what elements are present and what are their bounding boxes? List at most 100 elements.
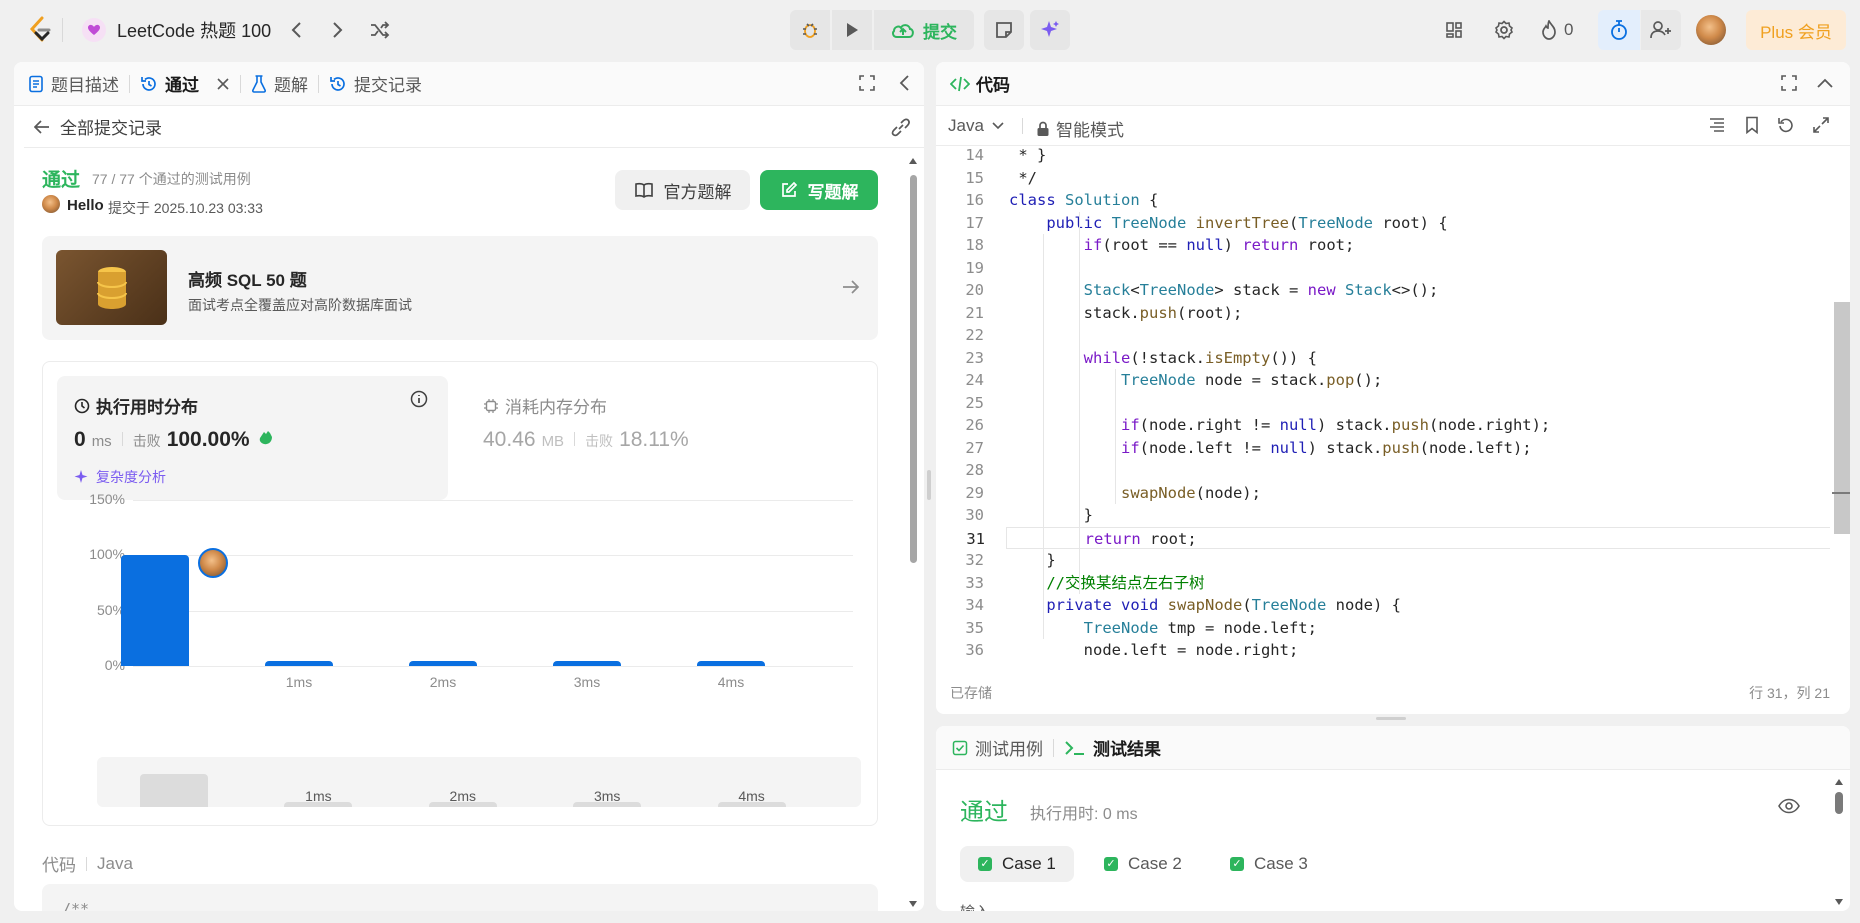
- flame-icon[interactable]: [1538, 18, 1560, 42]
- line-number: 24: [965, 371, 984, 389]
- scroll-thumb[interactable]: [1834, 302, 1850, 534]
- code-line: 36 node.left = node.right;: [936, 639, 1830, 662]
- leetcode-logo-icon[interactable]: [24, 14, 56, 46]
- tab-accepted[interactable]: 通过: [130, 62, 240, 106]
- prev-problem-icon[interactable]: [276, 10, 316, 50]
- histogram-bar[interactable]: [697, 661, 765, 666]
- language-select[interactable]: Java: [948, 116, 1004, 136]
- histogram-bar[interactable]: [553, 661, 621, 666]
- line-number: 25: [965, 393, 984, 412]
- plus-member-button[interactable]: Plus 会员: [1746, 10, 1846, 50]
- tab-test-results[interactable]: 测试结果: [1054, 726, 1171, 770]
- y-tick-label: 100%: [89, 546, 125, 563]
- histogram-bar[interactable]: [409, 661, 477, 666]
- flask-icon: [252, 74, 266, 93]
- collapse-left-icon[interactable]: [898, 74, 910, 97]
- input-label: 输入: [960, 901, 990, 911]
- code-text: swapNode(node);: [1120, 483, 1261, 502]
- problem-list-title[interactable]: LeetCode 热题 100: [117, 18, 271, 42]
- tests-scrollbar[interactable]: [1834, 778, 1844, 906]
- scroll-up-icon[interactable]: [1834, 778, 1844, 786]
- reset-icon[interactable]: [1777, 116, 1795, 139]
- tab-testcases[interactable]: 测试用例: [936, 726, 1053, 770]
- line-number: 19: [965, 258, 984, 277]
- panel-resize-handle[interactable]: [927, 470, 931, 500]
- tab-submissions[interactable]: 提交记录: [319, 62, 432, 106]
- terminal-icon: [1065, 740, 1084, 755]
- shuffle-icon[interactable]: [360, 10, 400, 50]
- editor-tabbar: 代码: [936, 62, 1850, 106]
- user-avatar[interactable]: [42, 195, 60, 213]
- code-icon: [950, 76, 970, 91]
- sql-50-promo-card[interactable]: 高频 SQL 50 题 面试考点全覆盖应对高阶数据库面试: [42, 236, 878, 340]
- chevron-down-icon: [992, 122, 1004, 130]
- ai-assistant-button[interactable]: [1030, 10, 1070, 50]
- maximize-icon[interactable]: [858, 74, 876, 97]
- timer-button[interactable]: [1598, 10, 1640, 50]
- username[interactable]: Hello: [67, 197, 104, 214]
- scroll-up-icon[interactable]: [908, 157, 918, 165]
- run-button[interactable]: [832, 10, 872, 50]
- invite-user-icon[interactable]: [1641, 10, 1681, 50]
- avatar[interactable]: [1696, 15, 1726, 45]
- code-line: 19: [936, 257, 1830, 280]
- code-text: * }: [1009, 146, 1047, 164]
- settings-gear-icon[interactable]: [1484, 10, 1524, 50]
- gridline: [133, 555, 853, 557]
- back-to-submissions[interactable]: 全部提交记录: [24, 106, 924, 148]
- histogram-overview-slider[interactable]: 1ms 2ms 3ms 4ms: [97, 757, 861, 807]
- code-editor[interactable]: 14 * } 15 */16 class Solution {17 public T…: [936, 146, 1830, 664]
- code-line: 24 TreeNode node = stack.pop();: [936, 369, 1830, 392]
- tab-code[interactable]: 代码: [936, 62, 1020, 106]
- close-tab-icon[interactable]: [216, 77, 230, 91]
- official-solution-button[interactable]: 官方题解: [615, 170, 750, 210]
- notes-button[interactable]: [984, 10, 1024, 50]
- histogram-bar[interactable]: [121, 555, 189, 666]
- submit-button[interactable]: 提交: [874, 10, 974, 50]
- collapse-up-icon[interactable]: [1816, 76, 1834, 94]
- your-submission-avatar: [198, 548, 228, 578]
- code-line: 26 if(node.right != null) stack.push(nod…: [936, 414, 1830, 437]
- maximize-icon[interactable]: [1780, 74, 1798, 97]
- runtime-histogram: 0% 50% 100% 150% 1ms 2ms 3ms 4ms: [43, 362, 877, 825]
- scroll-down-icon[interactable]: [1834, 898, 1844, 906]
- code-text: //交换某结点左右子树: [1046, 573, 1205, 592]
- code-text: TreeNode node = stack.pop();: [1120, 371, 1383, 389]
- scroll-thumb[interactable]: [1835, 792, 1843, 814]
- code-line: 30 }: [936, 504, 1830, 527]
- case-3-tab[interactable]: ✓ Case 3: [1212, 846, 1326, 882]
- tab-label: 测试用例: [975, 740, 1043, 759]
- fullscreen-icon[interactable]: [1812, 116, 1830, 139]
- eye-icon[interactable]: [1778, 798, 1800, 819]
- next-problem-icon[interactable]: [318, 10, 358, 50]
- line-number: 32: [965, 551, 984, 569]
- code-text: Stack<TreeNode> stack = new Stack<>();: [1083, 281, 1439, 299]
- debug-button[interactable]: [790, 10, 830, 50]
- tab-label: 测试结果: [1093, 740, 1161, 759]
- write-solution-button[interactable]: 写题解: [760, 170, 878, 210]
- scroll-thumb[interactable]: [910, 175, 917, 563]
- layout-icon[interactable]: [1434, 10, 1474, 50]
- line-number: 35: [965, 618, 984, 637]
- code-text: public TreeNode invertTree(TreeNode root…: [1046, 213, 1448, 232]
- code-line: 18 if(root == null) return root;: [936, 234, 1830, 257]
- left-scrollbar[interactable]: [908, 157, 918, 911]
- link-icon[interactable]: [890, 116, 912, 143]
- format-icon[interactable]: [1708, 117, 1726, 138]
- histogram-bar[interactable]: [265, 661, 333, 666]
- case-2-tab[interactable]: ✓ Case 2: [1086, 846, 1200, 882]
- bookmark-icon[interactable]: [1744, 116, 1760, 139]
- left-panel: 题目描述 通过 题解 提交记录 全部提交记录 通过 77 / 77 个通过的测试…: [14, 62, 924, 911]
- promo-subtitle: 面试考点全覆盖应对高阶数据库面试: [188, 297, 412, 313]
- case-1-tab[interactable]: ✓ Case 1: [960, 846, 1074, 882]
- indent-guide: [1115, 369, 1116, 504]
- editor-scrollbar[interactable]: [1832, 146, 1850, 664]
- cursor-marker: [1832, 492, 1850, 494]
- tab-description[interactable]: 题目描述: [14, 62, 129, 106]
- divider: [62, 18, 63, 42]
- panel-resize-handle[interactable]: [1376, 717, 1406, 720]
- smart-mode-toggle[interactable]: 智能模式: [1036, 116, 1124, 141]
- scroll-down-icon[interactable]: [908, 900, 918, 908]
- tab-solutions[interactable]: 题解: [241, 62, 318, 106]
- overview-bars: 1ms 2ms 3ms 4ms: [97, 757, 861, 807]
